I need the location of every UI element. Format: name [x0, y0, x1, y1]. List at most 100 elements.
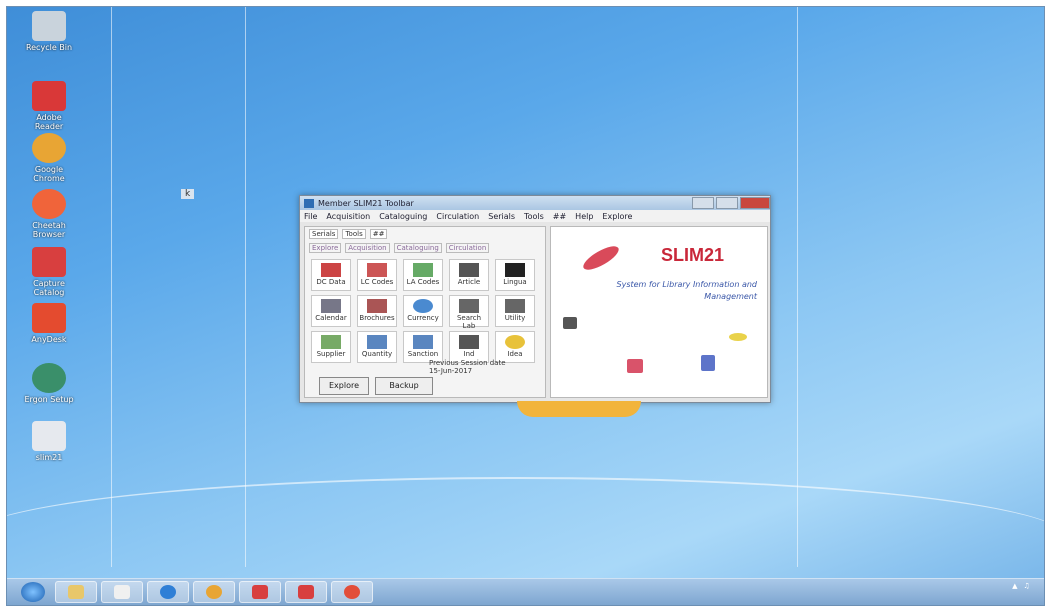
tool-tile[interactable]: Supplier	[311, 331, 351, 363]
taskbar-app[interactable]	[101, 581, 143, 603]
tool-grid: DC Data LC Codes LA Codes Article Lingua…	[305, 255, 545, 367]
window-titlebar[interactable]: Member SLIM21 Toolbar	[300, 196, 770, 210]
tile-label: Ind	[463, 350, 475, 358]
tile-label: Idea	[507, 350, 523, 358]
setup-globe-icon	[32, 363, 66, 393]
tool-tile[interactable]: Search Lab	[449, 295, 489, 330]
menu-circulation[interactable]: Circulation	[436, 212, 479, 221]
book-icon	[701, 355, 715, 371]
splash-pane: SLIM21 System for Library Information an…	[550, 226, 768, 398]
explore-button[interactable]: Explore	[319, 377, 369, 395]
clock[interactable]	[1036, 582, 1038, 590]
volume-icon[interactable]: ♫	[1023, 582, 1029, 590]
menu-file[interactable]: File	[304, 212, 317, 221]
network-icon[interactable]: ▲	[1012, 582, 1017, 590]
taskbar-app[interactable]	[331, 581, 373, 603]
slim21-subtitle: System for Library Information and Manag…	[616, 280, 757, 301]
currency-globe-icon	[413, 299, 433, 313]
tool-tile[interactable]: DC Data	[311, 259, 351, 291]
desktop-icon-capture[interactable]: Capture Catalog	[21, 247, 77, 297]
taskbar-app[interactable]	[239, 581, 281, 603]
article-icon	[459, 263, 479, 277]
menu-explore[interactable]: Explore	[602, 212, 632, 221]
cheetah-icon	[32, 189, 66, 219]
menu-acquisition[interactable]: Acquisition	[326, 212, 370, 221]
desktop-icon-setup[interactable]: Ergon Setup	[21, 363, 77, 404]
adobe-reader-icon	[32, 81, 66, 111]
tile-label: Brochures	[359, 314, 395, 322]
desktop-icon-label: Adobe Reader	[34, 113, 64, 131]
desktop-icon-label: Capture Catalog	[33, 279, 65, 297]
media-icon	[114, 585, 130, 599]
divider	[245, 7, 246, 567]
tile-label: Sanction	[407, 350, 439, 358]
subtab-circulation[interactable]: Circulation	[445, 243, 490, 253]
taskbar-app[interactable]	[55, 581, 97, 603]
chrome-icon	[206, 585, 222, 599]
close-button[interactable]	[740, 197, 770, 209]
menu-tools[interactable]: Tools	[524, 212, 544, 221]
desktop-icon-label: Ergon Setup	[24, 395, 74, 404]
app-icon	[304, 198, 314, 208]
taskbar-app[interactable]	[193, 581, 235, 603]
menu-cataloguing[interactable]: Cataloguing	[379, 212, 427, 221]
tool-tile[interactable]: Utility	[495, 295, 535, 327]
backup-button[interactable]: Backup	[375, 377, 433, 395]
book-icon	[627, 359, 643, 373]
subtab-acquisition[interactable]: Acquisition	[345, 243, 390, 253]
tile-label: Search Lab	[456, 314, 482, 330]
tool-tile[interactable]: LA Codes	[403, 259, 443, 291]
system-tray: ▲ ♫	[1012, 582, 1038, 590]
desktop-icon-slim21[interactable]: slim21	[21, 421, 77, 462]
taskbar-app[interactable]	[285, 581, 327, 603]
idea-bulb-icon	[505, 335, 525, 349]
dc-data-icon	[321, 263, 341, 277]
desktop-icon-recycle-bin[interactable]: Recycle Bin	[21, 11, 77, 52]
subtab-strip: Explore Acquisition Cataloguing Circulat…	[305, 241, 545, 255]
desktop-icon-adobe[interactable]: Adobe Reader	[21, 81, 77, 131]
subtab-cataloguing[interactable]: Cataloguing	[393, 243, 442, 253]
tab-strip: Serials Tools ##	[305, 227, 545, 241]
desktop-icon-label: AnyDesk	[31, 335, 67, 344]
desktop-icon-cheetah[interactable]: Cheetah Browser	[21, 189, 77, 239]
tool-tile[interactable]: Currency	[403, 295, 443, 327]
tile-label: Utility	[504, 314, 526, 322]
sanction-icon	[413, 335, 433, 349]
tool-tile[interactable]: Article	[449, 259, 489, 291]
desktop-icon-label: Recycle Bin	[25, 43, 73, 52]
tool-tile[interactable]: LC Codes	[357, 259, 397, 291]
divider	[797, 7, 798, 567]
tool-tile[interactable]: Lingua	[495, 259, 535, 291]
menu-help[interactable]: Help	[575, 212, 593, 221]
maximize-button[interactable]	[716, 197, 738, 209]
slim21-window[interactable]: Member SLIM21 Toolbar File Acquisition C…	[299, 195, 771, 403]
desktop-icon-anydesk[interactable]: AnyDesk	[21, 303, 77, 344]
menu-serials[interactable]: Serials	[488, 212, 515, 221]
tile-label: Lingua	[503, 278, 527, 286]
subtab-explore[interactable]: Explore	[309, 243, 342, 253]
tool-tile[interactable]: Quantity	[357, 331, 397, 363]
desktop-icon-chrome[interactable]: Google Chrome	[21, 133, 77, 183]
desktop-icon-label: Cheetah Browser	[32, 221, 66, 239]
tab-serials[interactable]: Serials	[309, 229, 339, 239]
monitor-icon	[563, 317, 577, 329]
menu-extra[interactable]: ##	[553, 212, 566, 221]
red-swoosh-icon	[580, 241, 622, 275]
previous-session: Previous Session date 15-Jun-2017	[429, 359, 506, 375]
tile-label: LA Codes	[406, 278, 440, 286]
tab-extra[interactable]: ##	[369, 229, 388, 239]
divider	[111, 7, 112, 567]
taskbar-app[interactable]	[147, 581, 189, 603]
app-red-icon	[252, 585, 268, 599]
mouse-cursor: k	[177, 189, 195, 199]
tool-tile[interactable]: Brochures	[357, 295, 397, 327]
desktop-icon-label: Google Chrome	[33, 165, 65, 183]
tab-tools[interactable]: Tools	[342, 229, 366, 239]
start-button[interactable]	[21, 582, 45, 602]
lingua-icon	[505, 263, 525, 277]
menu-bar: File Acquisition Cataloguing Circulation…	[300, 210, 770, 222]
minimize-button[interactable]	[692, 197, 714, 209]
wallpaper-blob	[517, 401, 641, 417]
tool-tile[interactable]: Calendar	[311, 295, 351, 327]
chrome-icon	[32, 133, 66, 163]
